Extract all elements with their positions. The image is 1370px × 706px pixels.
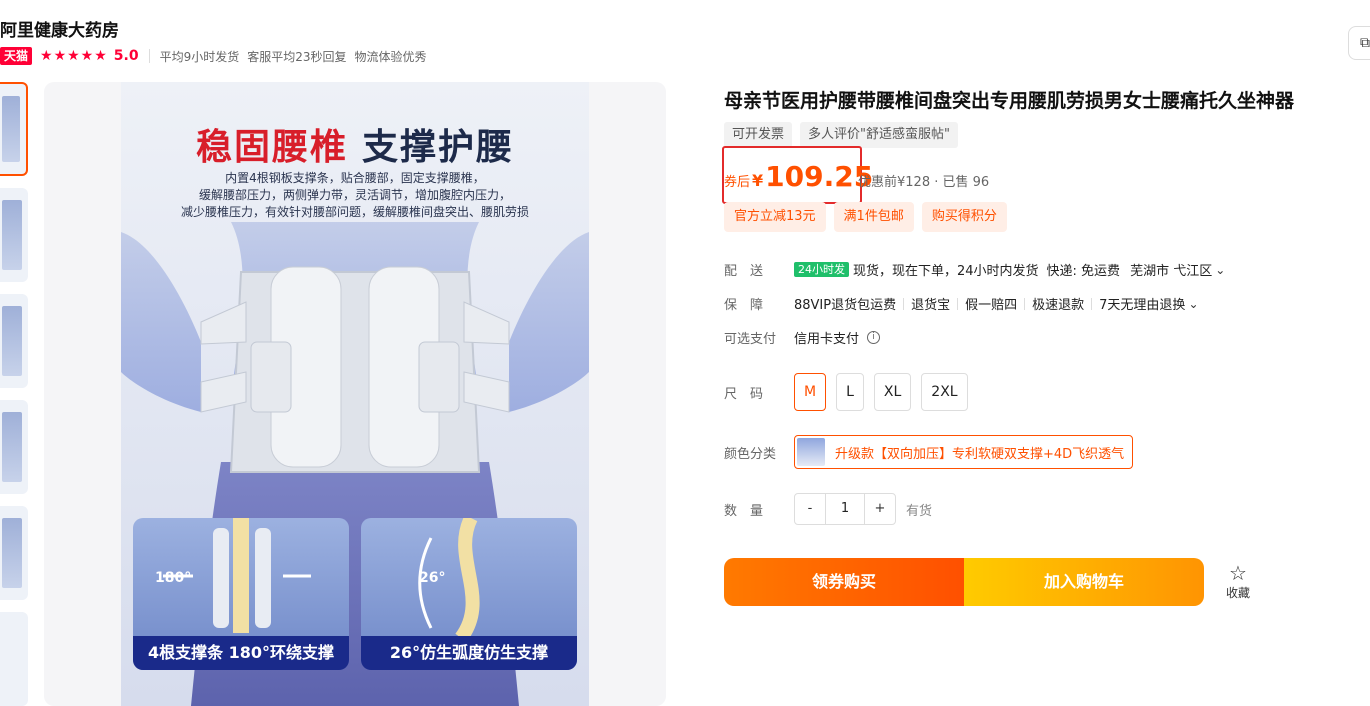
thumbnail[interactable]: [0, 400, 28, 494]
chevron-down-icon[interactable]: ⌄: [1215, 263, 1225, 277]
star-icon: ☆: [1229, 561, 1247, 585]
product-tags: 可开发票 多人评价"舒适感蛮服帖": [724, 122, 958, 148]
promo-points[interactable]: 购买得积分: [921, 202, 1007, 232]
price-row: 券后 ¥ 109.25: [724, 160, 873, 196]
price-original-and-sold: 优惠前¥128 · 已售 96: [858, 175, 990, 190]
thumbnail[interactable]: [0, 82, 28, 176]
color-option-label: 升级款【双向加压】专利软硬双支撑+4D飞织透气: [835, 446, 1125, 462]
size-row: 尺 码 M L XL 2XL: [724, 373, 978, 411]
hero-description-line: 减少腰椎压力，有效针对腰部问题，缓解腰椎间盘突出、腰肌劳损: [180, 205, 529, 219]
thumbnail[interactable]: [0, 506, 28, 600]
hero-description: 内置4根钢板支撑条，贴合腰部，固定支撑腰椎， 缓解腰部压力，两侧弹力带，灵活调节…: [141, 170, 569, 221]
color-option[interactable]: 升级款【双向加压】专利软硬双支撑+4D飞织透气: [794, 435, 1134, 469]
decrease-button[interactable]: -: [795, 494, 825, 524]
divider: [148, 49, 150, 63]
color-label: 颜色分类: [724, 446, 777, 462]
feature-panel-caption: 26°仿生弧度仿生支撑: [361, 636, 577, 670]
feature-panel-curve: 26° 26°仿生弧度仿生支撑: [361, 518, 577, 670]
quantity-label: 数 量: [724, 503, 764, 519]
size-label: 尺 码: [724, 386, 764, 402]
hero-title: 稳固腰椎 支撑护腰: [121, 118, 589, 170]
payment-row: 可选支付 信用卡支付 i: [724, 328, 881, 347]
feature-panel-support: 180° 4根支撑条 180°环绕支撑: [133, 518, 349, 670]
buy-with-coupon-button[interactable]: 领券购买: [724, 558, 964, 606]
quantity-row: 数 量 - 1 + 有货: [724, 493, 932, 525]
tag-invoice: 可开发票: [724, 122, 793, 148]
shipping-fee: 快递: 免运费: [1046, 264, 1121, 279]
store-rating: 5.0: [113, 48, 139, 64]
hero-description-line: 缓解腰部压力，两侧弹力带，灵活调节，增加腹腔内压力，: [198, 188, 511, 202]
hero-description-line: 内置4根钢板支撑条，贴合腰部，固定支撑腰椎，: [225, 171, 485, 185]
divider: [957, 297, 959, 310]
favorite-label: 收藏: [1225, 586, 1250, 600]
increase-button[interactable]: +: [865, 494, 895, 524]
main-product-image[interactable]: 稳固腰椎 支撑护腰 内置4根钢板支撑条，贴合腰部，固定支撑腰椎， 缓解腰部压力，两…: [121, 82, 589, 706]
thumbnail[interactable]: [0, 188, 28, 282]
guarantee-item: 退货宝: [911, 298, 951, 313]
payment-label: 可选支付: [724, 332, 777, 347]
promotion-list: 官方立减13元 满1件包邮 购买得积分: [724, 202, 1007, 232]
stock-status: 有货: [906, 503, 933, 519]
delivery-row: 配 送 24小时发 现货，现在下单，24小时内发货 快递: 免运费 芜湖市 弋江…: [724, 260, 1225, 279]
promo-free-shipping[interactable]: 满1件包邮: [833, 202, 914, 232]
price-currency: ¥: [752, 171, 764, 190]
share-icon[interactable]: ⧉: [1348, 26, 1370, 60]
hero-title-red: 稳固腰椎: [195, 127, 348, 168]
store-metric-logistics: 物流体验优秀: [354, 49, 427, 64]
price-prefix: 券后: [724, 175, 751, 190]
delivery-location[interactable]: 芜湖市 弋江区: [1130, 260, 1212, 279]
thumbnail[interactable]: [0, 294, 28, 388]
favorite-button[interactable]: ☆ 收藏: [1218, 562, 1258, 601]
product-title: 母亲节医用护腰带腰椎间盘突出专用腰肌劳损男女士腰痛托久坐神器: [724, 90, 1295, 112]
quantity-stepper: - 1 +: [794, 493, 896, 525]
chevron-down-icon[interactable]: ⌄: [1188, 297, 1198, 311]
info-icon[interactable]: i: [867, 331, 881, 344]
payment-method: 信用卡支付: [794, 332, 860, 347]
hero-title-dark: 支撑护腰: [362, 127, 515, 168]
store-meta: 天猫 ★★★★★ 5.0 平均9小时发货 客服平均23秒回复 物流体验优秀: [0, 46, 435, 66]
store-name[interactable]: 阿里健康大药房: [0, 16, 119, 41]
rating-stars-icon: ★★★★★: [40, 48, 108, 64]
feature-panel-caption: 4根支撑条 180°环绕支撑: [133, 636, 349, 670]
price-value: 109.25: [765, 160, 874, 193]
guarantee-item: 88VIP退货包运费: [794, 298, 897, 313]
quantity-input[interactable]: 1: [825, 494, 865, 524]
guarantee-item[interactable]: 7天无理由退换: [1099, 294, 1185, 313]
feature-panel-angle: 26°: [419, 570, 446, 586]
guarantee-label: 保 障: [724, 298, 764, 313]
size-option-xl[interactable]: XL: [873, 373, 912, 411]
size-option-l[interactable]: L: [836, 373, 864, 411]
divider: [1091, 297, 1093, 310]
size-option-m[interactable]: M: [794, 373, 827, 411]
color-option-thumbnail: [797, 438, 825, 466]
guarantee-item: 极速退款: [1032, 298, 1085, 313]
thumbnail[interactable]: [0, 612, 28, 706]
guarantee-row: 保 障 88VIP退货包运费 退货宝 假一赔四 极速退款 7天无理由退换 ⌄: [724, 294, 1199, 314]
add-to-cart-button[interactable]: 加入购物车: [964, 558, 1204, 606]
tmall-badge: 天猫: [0, 47, 33, 65]
store-metric-shipping: 平均9小时发货: [159, 49, 240, 64]
divider: [903, 297, 905, 310]
size-option-2xl[interactable]: 2XL: [921, 373, 968, 411]
delivery-label: 配 送: [724, 264, 764, 279]
feature-panel-angle: 180°: [155, 570, 192, 586]
fast-delivery-badge: 24小时发: [794, 262, 849, 277]
delivery-text: 现货，现在下单，24小时内发货: [853, 264, 1039, 279]
color-row: 颜色分类 升级款【双向加压】专利软硬双支撑+4D飞织透气: [724, 435, 1134, 469]
guarantee-item: 假一赔四: [965, 298, 1018, 313]
promo-discount[interactable]: 官方立减13元: [724, 202, 826, 232]
tag-review[interactable]: 多人评价"舒适感蛮服帖": [800, 122, 958, 148]
divider: [1024, 297, 1026, 310]
store-metric-service: 客服平均23秒回复: [247, 49, 347, 64]
